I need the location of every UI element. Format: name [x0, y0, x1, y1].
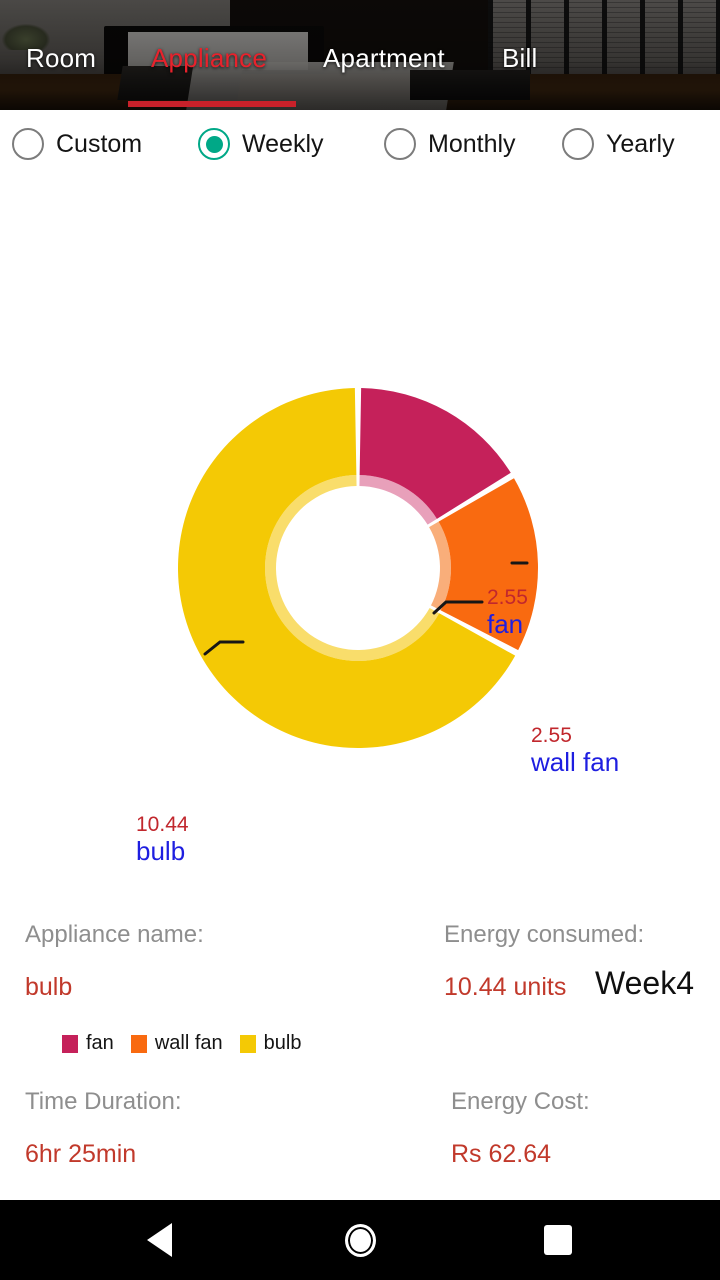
- detail-energy-consumed: Energy consumed: 10.44 units: [444, 920, 644, 1002]
- radio-circle-icon: [384, 128, 416, 160]
- slice-label-wall-fan: 2.55 wall fan: [531, 724, 619, 777]
- slice-name-fan: fan: [487, 609, 524, 639]
- radio-circle-icon: [12, 128, 44, 160]
- recents-square-icon: [544, 1225, 572, 1255]
- detail-label-energy-cost: Energy Cost:: [451, 1088, 590, 1115]
- recents-button[interactable]: [498, 1200, 618, 1280]
- home-button[interactable]: [300, 1200, 420, 1280]
- detail-value-energy-consumed: 10.44 units: [444, 973, 567, 1001]
- detail-label-time-duration: Time Duration:: [25, 1088, 182, 1115]
- tab-bar: Room Appliance Apartment Bill: [0, 0, 720, 110]
- slice-name-wall-fan: wall fan: [531, 747, 620, 777]
- appliance-details: Appliance name: bulb Energy consumed: 10…: [0, 900, 720, 1200]
- donut-chart-svg: [178, 388, 538, 748]
- android-navigation-bar: [0, 1200, 720, 1280]
- header: Room Appliance Apartment Bill: [0, 0, 720, 110]
- detail-label-energy-consumed: Energy consumed:: [444, 921, 645, 948]
- back-button[interactable]: [99, 1200, 219, 1280]
- slice-name-bulb: bulb: [136, 836, 186, 866]
- radio-dot-icon: [205, 135, 223, 153]
- detail-label-appliance-name: Appliance name:: [25, 921, 204, 948]
- tab-active-indicator: [128, 101, 296, 107]
- slice-value-bulb: 10.44: [136, 813, 189, 836]
- radio-yearly[interactable]: Yearly: [562, 126, 675, 162]
- slice-label-bulb: 10.44 bulb: [136, 813, 189, 866]
- tab-room[interactable]: Room: [26, 40, 96, 76]
- tab-apartment[interactable]: Apartment: [323, 40, 445, 76]
- detail-value-energy-cost: Rs 62.64: [451, 1140, 552, 1168]
- radio-label-weekly: Weekly: [242, 129, 324, 158]
- radio-weekly[interactable]: Weekly: [198, 126, 324, 162]
- radio-label-yearly: Yearly: [606, 129, 675, 158]
- radio-monthly[interactable]: Monthly: [384, 126, 516, 162]
- radio-circle-icon: [562, 128, 594, 160]
- detail-appliance-name: Appliance name: bulb: [25, 920, 204, 1002]
- detail-time-duration: Time Duration: 6hr 25min: [25, 1087, 182, 1169]
- tab-bill[interactable]: Bill: [502, 40, 537, 76]
- radio-circle-selected-icon: [198, 128, 230, 160]
- slice-label-fan: 2.55 fan: [487, 586, 528, 639]
- home-circle-icon: [344, 1223, 376, 1257]
- detail-value-time-duration: 6hr 25min: [25, 1140, 137, 1168]
- back-triangle-icon: [146, 1223, 172, 1257]
- slice-value-fan: 2.55: [487, 586, 528, 609]
- donut-chart: 2.55 fan 2.55 wall fan 10.44 bulb Week4 …: [0, 176, 720, 1054]
- app-root: Room Appliance Apartment Bill Custom Wee…: [0, 0, 720, 1280]
- tab-appliance[interactable]: Appliance: [151, 40, 267, 76]
- detail-value-appliance-name: bulb: [25, 973, 73, 1001]
- slice-value-wall-fan: 2.55: [531, 724, 572, 747]
- period-selector: Custom Weekly Monthly Yearly: [0, 110, 720, 176]
- radio-custom[interactable]: Custom: [12, 126, 142, 162]
- radio-label-custom: Custom: [56, 129, 143, 158]
- detail-energy-cost: Energy Cost: Rs 62.64: [451, 1087, 590, 1169]
- radio-label-monthly: Monthly: [428, 129, 516, 158]
